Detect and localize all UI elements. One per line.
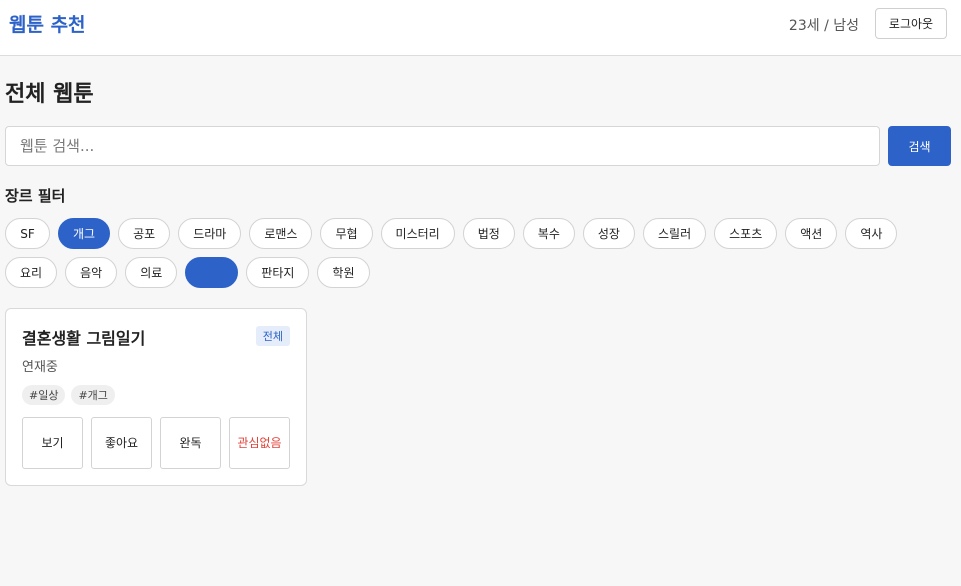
page-title: 전체 웹툰 — [5, 82, 94, 107]
user-info: 23세 / 남성 — [788, 18, 859, 34]
search-input[interactable] — [5, 126, 880, 166]
genre-chip-romance[interactable]: 로맨스 — [249, 218, 313, 249]
card-actions: 보기 좋아요 완독 관심없음 — [22, 417, 290, 469]
serialization-status: 연재중 — [22, 360, 58, 375]
genre-chip-drama[interactable]: 드라마 — [178, 218, 242, 249]
genre-chip-school[interactable]: 학원 — [317, 257, 370, 288]
tag-item: #일상 — [22, 385, 66, 405]
app-brand[interactable]: 웹툰 추천 — [9, 10, 86, 37]
genre-chip-revenge[interactable]: 복수 — [522, 218, 575, 249]
genre-chip-growth[interactable]: 성장 — [582, 218, 635, 249]
logout-button[interactable]: 로그아웃 — [875, 8, 947, 39]
age-rating-badge: 전체 — [255, 326, 290, 346]
genre-chip-legal[interactable]: 법정 — [462, 218, 515, 249]
genre-chip-action[interactable]: 액션 — [785, 218, 838, 249]
genre-chip-comedy[interactable]: 개그 — [58, 218, 111, 249]
genre-chip-history[interactable]: 역사 — [845, 218, 898, 249]
genre-filter-title: 장르 필터 — [5, 187, 66, 205]
webtoon-card: 결혼생활 그림일기 전체 연재중 #일상 #개그 보기 좋아요 완독 관심없음 — [5, 308, 307, 486]
not-interested-button[interactable]: 관심없음 — [229, 417, 290, 469]
genre-chip-unlabeled[interactable] — [185, 257, 239, 288]
view-button[interactable]: 보기 — [22, 417, 83, 469]
genre-chip-medical[interactable]: 의료 — [125, 257, 178, 288]
genre-filter-list: SF 개그 공포 드라마 로맨스 무협 미스터리 법정 복수 성장 스릴러 스포… — [5, 218, 955, 288]
genre-chip-cooking[interactable]: 요리 — [5, 257, 58, 288]
tag-list: #일상 #개그 — [22, 385, 115, 405]
genre-chip-music[interactable]: 음악 — [65, 257, 118, 288]
genre-chip-mystery[interactable]: 미스터리 — [380, 218, 455, 249]
genre-chip-thriller[interactable]: 스릴러 — [642, 218, 707, 249]
genre-chip-horror[interactable]: 공포 — [118, 218, 171, 249]
genre-chip-sports[interactable]: 스포츠 — [714, 218, 778, 249]
webtoon-title: 결혼생활 그림일기 — [22, 329, 146, 348]
genre-chip-fantasy[interactable]: 판타지 — [246, 257, 310, 288]
genre-chip-sf[interactable]: SF — [5, 218, 50, 249]
mark-completed-button[interactable]: 완독 — [160, 417, 221, 469]
genre-chip-martial-arts[interactable]: 무협 — [320, 218, 373, 249]
search-button[interactable]: 검색 — [888, 126, 951, 166]
like-button[interactable]: 좋아요 — [91, 417, 152, 469]
top-header: 웹툰 추천 23세 / 남성 로그아웃 — [0, 0, 961, 56]
tag-item: #개그 — [71, 385, 115, 405]
